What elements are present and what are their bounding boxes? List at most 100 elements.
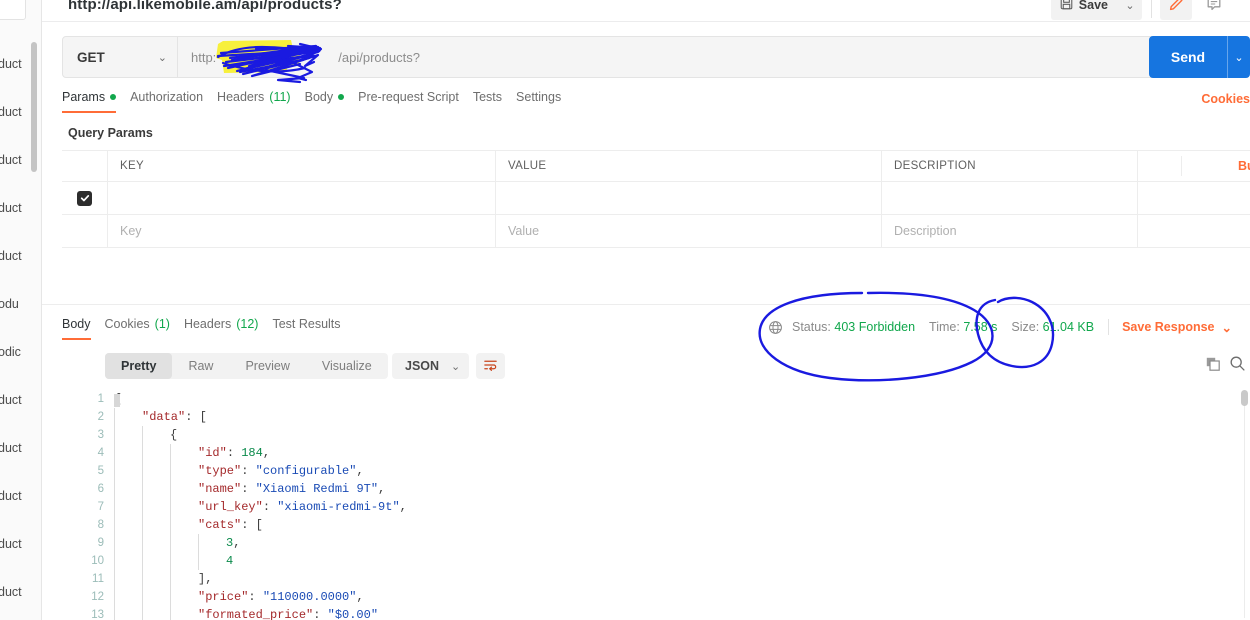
tab-tests[interactable]: Tests [473, 90, 516, 113]
code-token: : [226, 446, 242, 461]
send-dropdown-caret[interactable]: ⌄ [1227, 36, 1250, 78]
column-header-key: KEY [108, 151, 496, 181]
sidebar-item[interactable]: duct [0, 472, 41, 520]
response-body-code[interactable]: 1{2"data": [3{4"id": 184,5"type": "confi… [62, 390, 1250, 620]
bulk-edit-button[interactable]: Bulk Edit [1238, 150, 1250, 181]
cookies-link[interactable]: Cookies [1201, 92, 1250, 106]
save-label: Save [1078, 0, 1108, 12]
code-line: 13 "formated_price": "$0.00" [62, 606, 1250, 620]
sidebar-item-label: duct [0, 249, 22, 263]
sidebar-item[interactable]: duct [0, 184, 41, 232]
row-checkbox-cell[interactable] [62, 215, 108, 247]
new-value-input[interactable]: Value [496, 215, 882, 247]
code-token: , [378, 482, 386, 497]
code-token: "$0.00" [327, 608, 379, 620]
save-button[interactable]: Save [1050, 0, 1118, 20]
row-actions[interactable] [1138, 215, 1250, 247]
code-token: , [262, 446, 271, 461]
sidebar-item-label: odic [0, 345, 21, 359]
tab-pre-request-script[interactable]: Pre-request Script [358, 90, 473, 113]
sidebar-scrollbar[interactable] [31, 42, 37, 172]
indent-guide [198, 552, 226, 570]
sidebar-item-label: duct [0, 393, 22, 407]
time-value: 7.58 s [963, 320, 998, 334]
indent-guide [170, 570, 198, 588]
table-row[interactable] [62, 182, 1250, 215]
sidebar-collection-box[interactable] [0, 0, 26, 20]
sidebar-item[interactable]: duct [0, 520, 41, 568]
tab-body[interactable]: Body [305, 90, 359, 113]
code-scrollbar-track [1244, 392, 1245, 618]
send-button[interactable]: Send [1149, 36, 1227, 78]
row-actions[interactable] [1138, 182, 1250, 214]
sidebar[interactable]: ellipsis-icon duct duct duct duct duct o… [0, 0, 42, 620]
code-line-text: "cats": [ [114, 516, 263, 534]
sidebar-item-label: duct [0, 57, 22, 71]
code-token: 4 [226, 554, 234, 569]
status-label: Status: [792, 320, 831, 334]
response-format-select[interactable]: JSON ⌄ [392, 353, 470, 379]
response-tabs[interactable]: Body Cookies (1) Headers (12) Test Resul… [62, 317, 355, 340]
indent-guide [170, 462, 198, 480]
ellipsis-icon[interactable]: ellipsis-icon [1182, 150, 1234, 181]
url-suffix: /api/products? [338, 49, 420, 65]
code-line-text: "type": "configurable", [114, 462, 364, 480]
modified-dot-icon [110, 94, 117, 100]
sidebar-item[interactable]: odu [0, 280, 41, 328]
indent-guide [114, 552, 142, 570]
query-params-label: Query Params [68, 126, 153, 140]
code-line: 9 3, [62, 534, 1250, 552]
sidebar-item-label: duct [0, 537, 22, 551]
row-checkbox[interactable] [77, 190, 92, 206]
row-value-input[interactable] [496, 182, 882, 214]
save-response-button[interactable]: Save Response ⌄ [1122, 320, 1232, 335]
comment-button[interactable] [1198, 0, 1230, 20]
tab-authorization[interactable]: Authorization [130, 90, 217, 113]
row-key-input[interactable] [108, 182, 496, 214]
search-icon[interactable] [1229, 355, 1246, 375]
edit-button[interactable] [1160, 0, 1192, 20]
response-tab-cookies[interactable]: Cookies (1) [105, 317, 184, 340]
sidebar-item-label: duct [0, 201, 22, 215]
code-token: "cats" [198, 518, 242, 533]
code-line-number: 7 [97, 501, 104, 513]
new-key-input[interactable]: Key [108, 215, 496, 247]
code-token: "xiaomi-redmi-9t" [277, 500, 400, 515]
code-token: "Xiaomi Redmi 9T" [255, 482, 379, 497]
response-tab-body[interactable]: Body [62, 317, 105, 340]
code-line-number: 11 [92, 573, 104, 585]
http-method-select[interactable]: GET ⌄ [62, 36, 178, 78]
view-mode-raw[interactable]: Raw [172, 353, 229, 379]
response-tab-test-results[interactable]: Test Results [272, 317, 354, 340]
request-tabs[interactable]: Params Authorization Headers (11) Body P… [62, 90, 575, 113]
sidebar-item[interactable]: duct [0, 376, 41, 424]
table-row-placeholder[interactable]: Key Value Description [62, 215, 1250, 248]
indent-guide [114, 462, 142, 480]
sidebar-item[interactable]: duct [0, 424, 41, 472]
copy-icon[interactable] [1205, 356, 1221, 375]
sidebar-item[interactable]: duct [0, 568, 41, 616]
code-line: 5 "type": "configurable", [62, 462, 1250, 480]
url-input[interactable]: http: /api/products? [178, 36, 1185, 78]
sidebar-item[interactable]: odic [0, 328, 41, 376]
tab-settings[interactable]: Settings [516, 90, 575, 113]
view-mode-visualize[interactable]: Visualize [306, 353, 388, 379]
response-tab-headers[interactable]: Headers (12) [184, 317, 272, 340]
row-checkbox-cell[interactable] [62, 182, 108, 214]
code-scrollbar-thumb[interactable] [1241, 390, 1248, 406]
word-wrap-button[interactable] [476, 353, 505, 379]
save-dropdown-caret[interactable]: ⌄ [1118, 0, 1142, 20]
tab-params[interactable]: Params [62, 90, 130, 113]
chevron-down-icon: ⌄ [451, 360, 461, 373]
view-mode-preview[interactable]: Preview [229, 353, 305, 379]
new-description-input[interactable]: Description [882, 215, 1138, 247]
status-badge: Status: 403 Forbidden [792, 320, 915, 334]
sidebar-item[interactable]: duct [0, 232, 41, 280]
code-token: "data" [142, 410, 186, 425]
view-mode-pretty[interactable]: Pretty [105, 353, 173, 379]
response-view-modes[interactable]: Pretty Raw Preview Visualize [105, 353, 388, 379]
code-line-text: "formated_price": "$0.00" [114, 606, 378, 620]
row-description-input[interactable] [882, 182, 1138, 214]
tab-headers[interactable]: Headers (11) [217, 90, 305, 113]
http-method-label: GET [77, 49, 105, 65]
